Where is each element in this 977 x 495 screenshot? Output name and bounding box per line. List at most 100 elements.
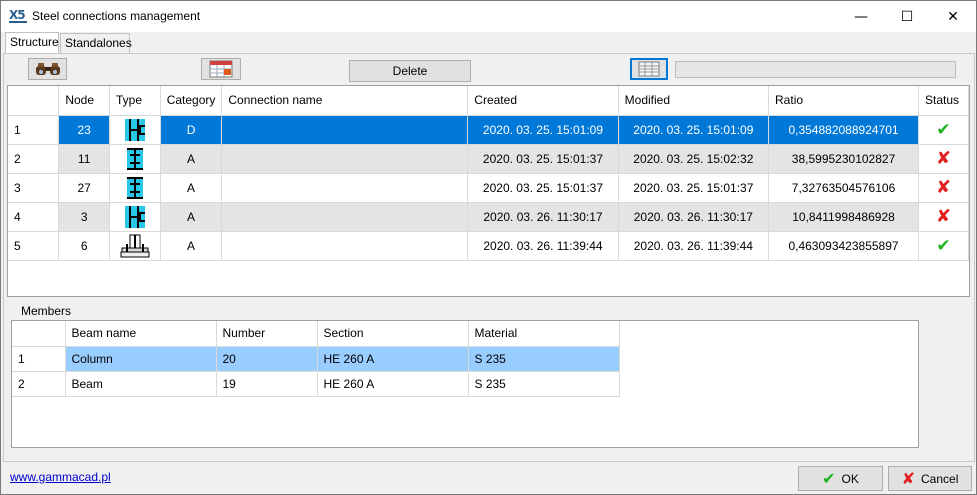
node-cell[interactable]: 6 (58, 231, 110, 261)
connection-name-cell[interactable] (221, 144, 469, 174)
check-icon: ✔ (822, 469, 836, 488)
connections-table: Node Type Category Connection name Creat… (8, 86, 969, 261)
app-logo-icon: X5 (9, 7, 27, 23)
row-index: 2 (8, 144, 60, 174)
column-header (12, 321, 66, 347)
tab-structure[interactable]: Structure (5, 32, 59, 53)
category-cell[interactable]: A (160, 231, 223, 261)
beam-name-cell[interactable]: Beam (65, 371, 217, 397)
ok-label: OK (841, 471, 859, 486)
website-link[interactable]: www.gammacad.pl (10, 470, 111, 484)
column-header-node[interactable]: Node (58, 86, 110, 116)
created-cell[interactable]: 2020. 03. 26. 11:30:17 (467, 202, 619, 232)
category-cell[interactable]: A (160, 173, 223, 203)
table-row[interactable]: 3 27 A 2020. 03. 25. 15:01:37 2020. 03. … (8, 173, 969, 203)
section-cell[interactable]: HE 260 A (317, 346, 469, 372)
ratio-cell[interactable]: 10,8411998486928 (768, 202, 920, 232)
table-row[interactable]: 1 23 D 2020. 03. 25. 15:01:09 2020. 03. … (8, 115, 969, 145)
ratio-cell[interactable]: 7,32763504576106 (768, 173, 920, 203)
modified-cell[interactable]: 2020. 03. 25. 15:02:32 (618, 144, 770, 174)
created-cell[interactable]: 2020. 03. 25. 15:01:09 (467, 115, 619, 145)
close-button[interactable]: ✕ (930, 1, 976, 32)
status-cell[interactable]: ✔ (918, 115, 969, 145)
column-header-section[interactable]: Section (317, 321, 469, 347)
table-row[interactable]: 2 Beam 19 HE 260 A S 235 (12, 371, 620, 397)
ok-button[interactable]: ✔ OK (798, 466, 883, 491)
cancel-button[interactable]: ✘ Cancel (888, 466, 972, 491)
created-cell[interactable]: 2020. 03. 26. 11:39:44 (467, 231, 619, 261)
members-label: Members (21, 304, 72, 318)
row-index: 1 (8, 115, 60, 145)
tab-standalones[interactable]: Standalones (60, 33, 132, 53)
column-header-ratio[interactable]: Ratio (768, 86, 920, 116)
material-cell[interactable]: S 235 (468, 371, 620, 397)
node-cell[interactable]: 23 (58, 115, 110, 145)
table-row[interactable]: 2 11 A 2020. 03. 25. 15:01:37 2020. 03. … (8, 144, 969, 174)
modified-cell[interactable]: 2020. 03. 26. 11:39:44 (618, 231, 770, 261)
row-index: 2 (12, 371, 66, 397)
status-cell[interactable]: ✔ (918, 231, 969, 261)
type-cell[interactable] (109, 144, 161, 174)
created-cell[interactable]: 2020. 03. 25. 15:01:37 (467, 144, 619, 174)
column-header-number[interactable]: Number (216, 321, 318, 347)
delete-button[interactable]: Delete (349, 60, 471, 82)
table-row[interactable]: 4 3 A 2020. 03. 26. 11:30:17 2020. 03. 2… (8, 202, 969, 232)
category-cell[interactable]: A (160, 144, 223, 174)
modified-cell[interactable]: 2020. 03. 25. 15:01:09 (618, 115, 770, 145)
ratio-cell[interactable]: 38,5995230102827 (768, 144, 920, 174)
maximize-button[interactable]: ☐ (884, 1, 930, 32)
check-icon: ✔ (936, 119, 951, 140)
table-row[interactable]: 1 Column 20 HE 260 A S 235 (12, 346, 620, 372)
column-header-type[interactable]: Type (109, 86, 161, 116)
modified-cell[interactable]: 2020. 03. 25. 15:01:37 (618, 173, 770, 203)
type-cell[interactable] (109, 173, 161, 203)
column-header-status[interactable]: Status (918, 86, 969, 116)
cross-icon: ✘ (935, 206, 952, 227)
search-button[interactable] (28, 58, 67, 80)
cross-icon: ✘ (935, 177, 952, 198)
node-cell[interactable]: 11 (58, 144, 110, 174)
type-cell[interactable] (109, 231, 161, 261)
connection-name-cell[interactable] (221, 231, 469, 261)
column-header (8, 86, 60, 116)
modified-cell[interactable]: 2020. 03. 26. 11:30:17 (618, 202, 770, 232)
type-cell[interactable] (109, 115, 161, 145)
category-cell[interactable]: D (160, 115, 223, 145)
row-index: 5 (8, 231, 60, 261)
connection-name-cell[interactable] (221, 173, 469, 203)
category-cell[interactable]: A (160, 202, 223, 232)
table-header-row: Beam name Number Section Material (12, 321, 620, 347)
status-cell[interactable]: ✘ (918, 173, 969, 203)
table-row[interactable]: 5 6 A 2020. 03. 26. 11:39:44 2020. 03. 2… (8, 231, 969, 261)
column-header-beam-name[interactable]: Beam name (65, 321, 217, 347)
grid-view-button[interactable] (630, 58, 668, 80)
number-cell[interactable]: 19 (216, 371, 318, 397)
steel-connections-window: X5 Steel connections management — ☐ ✕ St… (0, 0, 977, 495)
column-header-connection-name[interactable]: Connection name (221, 86, 469, 116)
status-cell[interactable]: ✘ (918, 202, 969, 232)
export-table-button[interactable] (201, 58, 241, 80)
status-cell[interactable]: ✘ (918, 144, 969, 174)
created-cell[interactable]: 2020. 03. 25. 15:01:37 (467, 173, 619, 203)
node-cell[interactable]: 3 (58, 202, 110, 232)
ratio-cell[interactable]: 0,354882088924701 (768, 115, 920, 145)
connection-name-cell[interactable] (221, 202, 469, 232)
cross-icon: ✘ (935, 148, 952, 169)
column-header-material[interactable]: Material (468, 321, 620, 347)
connection-name-cell[interactable] (221, 115, 469, 145)
column-beam-connection-icon (126, 147, 143, 170)
minimize-button[interactable]: — (838, 1, 884, 32)
material-cell[interactable]: S 235 (468, 346, 620, 372)
number-cell[interactable]: 20 (216, 346, 318, 372)
section-cell[interactable]: HE 260 A (317, 371, 469, 397)
ratio-cell[interactable]: 0,463093423855897 (768, 231, 920, 261)
table-export-icon (209, 60, 233, 78)
node-cell[interactable]: 27 (58, 173, 110, 203)
beam-name-cell[interactable]: Column (65, 346, 217, 372)
row-index: 1 (12, 346, 66, 372)
column-header-modified[interactable]: Modified (618, 86, 770, 116)
column-header-category[interactable]: Category (160, 86, 223, 116)
binoculars-icon (35, 63, 60, 75)
type-cell[interactable] (109, 202, 161, 232)
column-header-created[interactable]: Created (467, 86, 619, 116)
